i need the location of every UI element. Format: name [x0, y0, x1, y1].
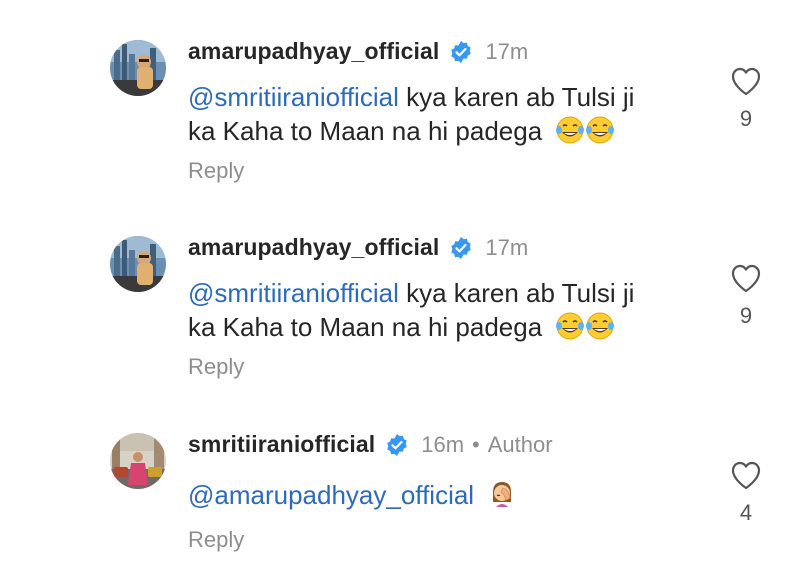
timestamp: 16m: [421, 431, 465, 457]
reply-button[interactable]: Reply: [188, 354, 244, 380]
username[interactable]: amarupadhyay_official: [188, 38, 439, 65]
tears-of-joy-emoji-icon: [586, 312, 615, 340]
like-count: 9: [739, 106, 753, 131]
woman-facepalming-emoji-icon: [493, 482, 512, 507]
comment-text-line-1: kya karen ab Tulsi ji: [398, 82, 635, 112]
like-control: 4: [730, 460, 762, 526]
comment-text: @smritiiraniofficial kya karen ab Tulsi …: [188, 80, 688, 148]
comment-text: @amarupadhyay_official: [188, 478, 688, 512]
like-count: 9: [739, 303, 753, 328]
separator-dot: •: [472, 431, 480, 457]
comment-text-line-1: kya karen ab Tulsi ji: [398, 278, 635, 308]
comment-text: @smritiiraniofficial kya karen ab Tulsi …: [188, 276, 688, 344]
heart-icon[interactable]: [730, 66, 762, 96]
author-badge: Author: [487, 431, 553, 457]
like-control: 9: [730, 66, 762, 132]
mention-link[interactable]: @amarupadhyay_official: [188, 480, 474, 510]
verified-badge-icon: [387, 433, 407, 456]
tears-of-joy-emoji-icon: [556, 312, 585, 340]
verified-badge-icon: [451, 40, 472, 63]
username[interactable]: amarupadhyay_official: [188, 234, 439, 261]
comment-text-line-2: ka Kaha to Maan na hi padega: [188, 312, 543, 342]
reply-button[interactable]: Reply: [188, 158, 244, 184]
like-count: 4: [739, 500, 753, 525]
mention-link[interactable]: @smritiiraniofficial: [188, 278, 399, 308]
avatar[interactable]: [110, 40, 166, 96]
avatar[interactable]: [110, 433, 166, 489]
heart-icon[interactable]: [730, 460, 762, 490]
like-control: 9: [730, 263, 762, 329]
reply-button[interactable]: Reply: [188, 527, 244, 553]
avatar[interactable]: [110, 236, 166, 292]
comment-text-line-2: ka Kaha to Maan na hi padega: [188, 116, 543, 146]
timestamp: 17m: [485, 234, 529, 260]
tears-of-joy-emoji-icon: [556, 116, 585, 144]
heart-icon[interactable]: [730, 263, 762, 293]
mention-link[interactable]: @smritiiraniofficial: [188, 82, 399, 112]
tears-of-joy-emoji-icon: [586, 116, 615, 144]
verified-badge-icon: [451, 236, 472, 259]
timestamp: 17m: [485, 38, 529, 64]
username[interactable]: smritiiraniofficial: [188, 431, 375, 458]
